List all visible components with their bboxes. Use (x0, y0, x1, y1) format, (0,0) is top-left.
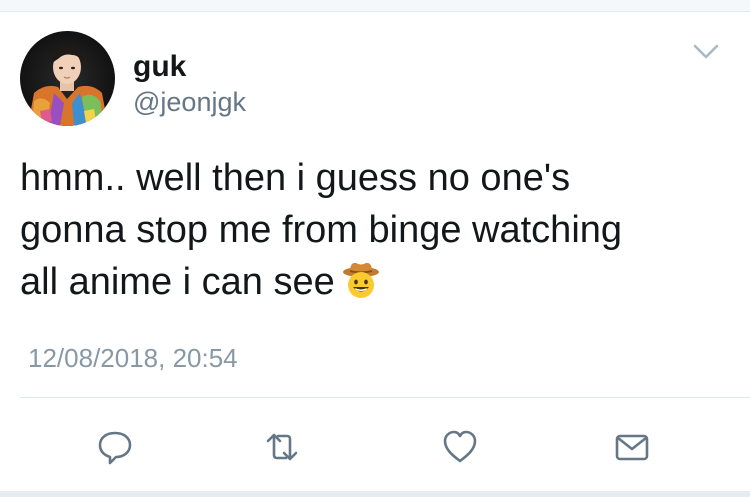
display-name[interactable]: guk (133, 50, 186, 84)
tweet-card: guk @jeonjgk hmm.. well then i guess no … (0, 0, 750, 497)
tweet-text: hmm.. well then i guess no one's gonna s… (20, 152, 730, 308)
envelope-icon[interactable] (612, 427, 652, 467)
bottom-divider (0, 491, 750, 497)
avatar[interactable] (20, 31, 115, 126)
tweet-text-body: hmm.. well then i guess no one's gonna s… (20, 157, 623, 303)
avatar-image (20, 31, 115, 126)
chevron-down-icon[interactable] (688, 40, 724, 64)
reply-icon[interactable] (95, 427, 135, 467)
top-divider (0, 0, 750, 12)
actions-divider (20, 397, 750, 398)
retweet-icon[interactable] (262, 427, 302, 467)
user-handle[interactable]: @jeonjgk (133, 87, 246, 117)
tweet-timestamp[interactable]: 12/08/2018, 20:54 (28, 343, 238, 373)
cowboy-hat-face-icon (341, 260, 381, 300)
heart-icon[interactable] (440, 427, 480, 467)
